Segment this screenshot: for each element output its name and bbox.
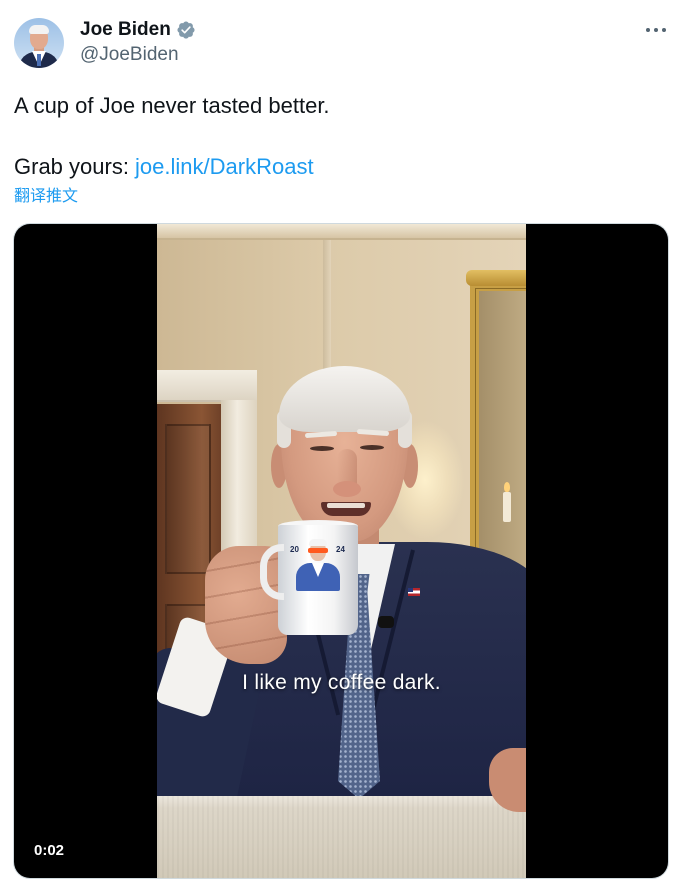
video-eye-left [310,446,334,451]
mug-print-year-left: 20 [290,545,299,554]
video-table [157,796,526,878]
more-options-icon[interactable] [644,22,668,38]
video-nose-tip [333,481,361,497]
video-frame: 20 24 I like my coffee dark. [157,224,526,878]
tweet-link[interactable]: joe.link/DarkRoast [135,154,314,179]
author-name[interactable]: Joe Biden [80,18,171,42]
author-avatar[interactable] [14,18,64,68]
mug-print-hair [309,539,327,546]
tweet-text-prefix: Grab yours: [14,154,136,179]
video-hair [279,366,410,432]
video-crown-molding [157,224,526,240]
video-caption: I like my coffee dark. [242,671,441,694]
video-timestamp: 0:02 [30,841,69,861]
author-handle[interactable]: @JoeBiden [80,43,179,67]
video-door-lintel [157,370,257,402]
video-flag-pin-canton [408,588,413,592]
video-eye-right [360,445,384,450]
translate-tweet-link[interactable]: 翻译推文 [14,187,78,207]
video-mug: 20 24 [278,525,358,635]
verified-badge-icon [177,21,195,39]
avatar-tie [37,54,41,66]
video-player[interactable]: 20 24 I like my coffee dark. 0:02 [14,224,668,878]
video-teeth [327,503,365,508]
mug-print-year-right: 24 [336,545,345,554]
avatar-hair [29,25,49,34]
video-candle-flame [504,482,510,492]
tweet-text-line1: A cup of Joe never tasted better. [14,93,330,118]
video-mirror-crest [466,270,526,286]
tweet-text-line2: Grab yours: joe.link/DarkRoast [14,155,314,179]
video-lapel-mic [378,616,394,628]
mug-print-glowing-eyes [308,548,328,553]
video-door-panel [165,424,211,574]
video-candle [503,492,511,522]
